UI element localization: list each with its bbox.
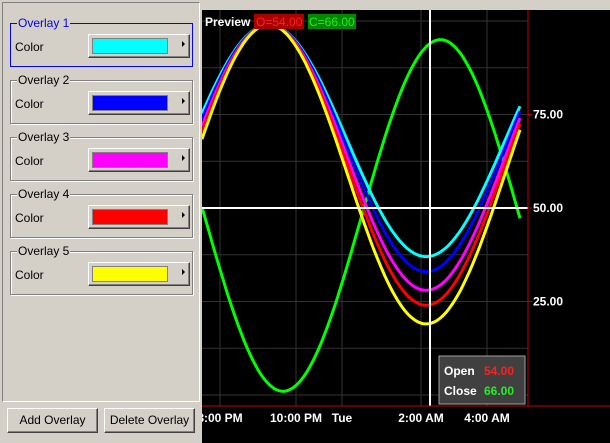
overlay-2-color-swatch <box>92 95 168 111</box>
overlay-3-color-picker[interactable] <box>88 148 190 172</box>
overlay-2-color-picker[interactable] <box>88 91 190 115</box>
overlay-group-3[interactable]: Overlay 3 Color <box>10 130 193 181</box>
x-tick-label: 8:00 PM <box>202 411 243 425</box>
dropdown-arrow-icon <box>182 212 185 218</box>
x-tick-label: 2:00 AM <box>398 411 444 425</box>
overlay-5-color-swatch <box>92 266 168 282</box>
overlay-group-2[interactable]: Overlay 2 Color <box>10 73 193 124</box>
tooltip-close-label: Close <box>444 384 477 398</box>
preview-close-text: C=66.00 <box>309 15 355 29</box>
overlay-settings-panel: Overlay 1 Color Overlay 2 Color Overlay … <box>0 0 200 443</box>
dropdown-arrow-icon <box>182 269 185 275</box>
overlay-4-title: Overlay 4 <box>17 187 71 201</box>
overlay-3-title: Overlay 3 <box>17 130 71 144</box>
overlay-group-5[interactable]: Overlay 5 Color <box>10 244 193 295</box>
overlay-4-color-swatch <box>92 209 168 225</box>
overlay-5-color-picker[interactable] <box>88 262 190 286</box>
overlay-list-frame: Overlay 1 Color Overlay 2 Color Overlay … <box>2 2 200 402</box>
preview-open-text: O=54.00 <box>256 15 303 29</box>
chart-crosshair <box>202 10 528 406</box>
overlay-1-color-picker[interactable] <box>88 34 190 58</box>
dropdown-arrow-icon <box>182 41 185 47</box>
x-tick-label: 10:00 PM <box>270 411 322 425</box>
preview-header: Preview O=54.00 C=66.00 <box>205 14 356 29</box>
delete-overlay-button[interactable]: Delete Overlay <box>104 408 195 433</box>
overlay-1-title: Overlay 1 <box>17 16 71 30</box>
overlay-group-4[interactable]: Overlay 4 Color <box>10 187 193 238</box>
overlay-1-color-swatch <box>92 38 168 54</box>
overlay-4-color-label: Color <box>15 211 44 225</box>
overlay-5-title: Overlay 5 <box>17 244 71 258</box>
overlay-1-color-label: Color <box>15 40 44 54</box>
dropdown-arrow-icon <box>182 98 185 104</box>
dropdown-arrow-icon <box>182 155 185 161</box>
y-tick-label: 50.00 <box>533 201 563 215</box>
overlay-group-1[interactable]: Overlay 1 Color <box>10 16 193 67</box>
overlay-3-color-swatch <box>92 152 168 168</box>
tooltip-open-value: 54.00 <box>484 364 514 378</box>
overlay-5-color-label: Color <box>15 268 44 282</box>
preview-label: Preview <box>205 15 251 29</box>
overlay-3-color-label: Color <box>15 154 44 168</box>
add-overlay-button[interactable]: Add Overlay <box>7 408 98 433</box>
overlay-4-color-picker[interactable] <box>88 205 190 229</box>
x-tick-label: 4:00 AM <box>464 411 510 425</box>
y-tick-label: 75.00 <box>533 108 563 122</box>
tooltip-close-value: 66.00 <box>484 384 514 398</box>
overlay-2-title: Overlay 2 <box>17 73 71 87</box>
chart-axes: 75.00 50.00 25.00 8:00 PM 10:00 PM Tue 2:00 AM… <box>202 10 610 425</box>
ohlc-tooltip: Open 54.00 Close 66.00 <box>438 355 526 405</box>
x-tick-label: Tue <box>332 411 353 425</box>
tooltip-open-label: Open <box>444 364 475 378</box>
y-tick-label: 25.00 <box>533 295 563 309</box>
overlay-2-color-label: Color <box>15 97 44 111</box>
chart-preview[interactable]: 75.00 50.00 25.00 8:00 PM 10:00 PM Tue 2:00 AM… <box>202 10 610 443</box>
chart-canvas[interactable]: 75.00 50.00 25.00 8:00 PM 10:00 PM Tue 2:00 AM… <box>202 10 610 443</box>
